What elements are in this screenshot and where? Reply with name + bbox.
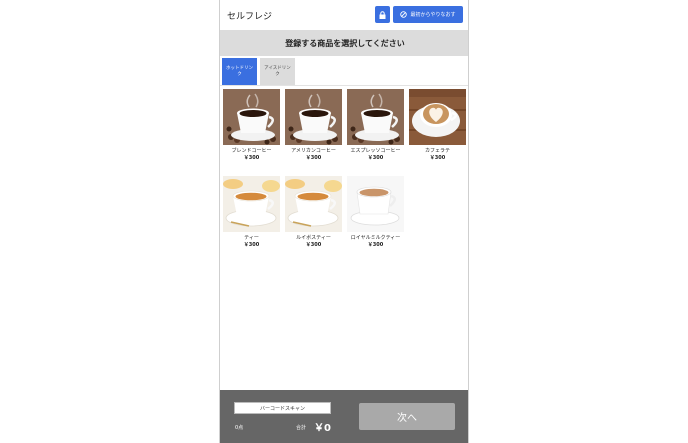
product-item-blend-coffee[interactable]: ブレンドコーヒー ￥300 — [223, 89, 280, 162]
product-name: ロイヤルミルクティー — [350, 235, 401, 241]
product-price: ￥300 — [367, 242, 384, 248]
product-image — [285, 89, 342, 145]
product-price: ￥300 — [243, 155, 260, 161]
product-item-royal-milk-tea[interactable]: ロイヤルミルクティー ￥300 — [347, 176, 404, 249]
tab-hot-drinks[interactable]: ホットドリンク — [222, 58, 257, 85]
checkout-footer: バーコードスキャン 0点 合計 ￥0 次へ — [220, 390, 468, 443]
item-count: 0点 — [235, 425, 244, 431]
product-image — [285, 176, 342, 232]
product-image — [223, 89, 280, 145]
product-item-tea[interactable]: ティー ￥300 — [223, 176, 280, 249]
total-label: 合計 — [296, 425, 307, 431]
screen: セルフレジ 最初からやりなおす 登録する商品を選択してください ホットドリンク … — [0, 0, 688, 443]
product-name: カフェラテ — [424, 148, 450, 154]
instruction-banner: 登録する商品を選択してください — [220, 30, 468, 56]
product-price: ￥300 — [367, 155, 384, 161]
product-item-rooibos-tea[interactable]: ルイボスティー ￥300 — [285, 176, 342, 249]
product-name: ルイボスティー — [296, 235, 331, 241]
product-item-espresso-coffee[interactable]: エスプレッソコーヒー ￥300 — [347, 89, 404, 162]
product-image — [223, 176, 280, 232]
product-price: ￥300 — [243, 242, 260, 248]
product-price: ￥300 — [429, 155, 446, 161]
lock-button[interactable] — [375, 6, 390, 23]
tab-divider — [220, 85, 468, 86]
cancel-circle-icon — [400, 11, 408, 18]
product-name: ブレンドコーヒー — [231, 148, 272, 154]
product-item-american-coffee[interactable]: アメリカンコーヒー ￥300 — [285, 89, 342, 162]
restart-button[interactable]: 最初からやりなおす — [393, 6, 463, 23]
product-image — [409, 89, 466, 145]
kiosk-panel: セルフレジ 最初からやりなおす 登録する商品を選択してください ホットドリンク … — [219, 0, 469, 443]
app-title: セルフレジ — [227, 12, 273, 22]
app-header: セルフレジ 最初からやりなおす — [220, 0, 468, 30]
product-price: ￥300 — [305, 155, 322, 161]
product-price: ￥300 — [305, 242, 322, 248]
product-image — [347, 176, 404, 232]
product-name: エスプレッソコーヒー — [350, 148, 401, 154]
restart-label: 最初からやりなおす — [410, 12, 456, 18]
product-item-cafe-latte[interactable]: カフェラテ ￥300 — [409, 89, 466, 162]
next-button[interactable]: 次へ — [359, 403, 455, 430]
lock-icon — [379, 10, 386, 19]
tab-ice-drinks[interactable]: アイスドリンク — [260, 58, 295, 85]
total-value: ￥0 — [314, 423, 331, 434]
product-name: アメリカンコーヒー — [291, 148, 336, 154]
product-image — [347, 89, 404, 145]
barcode-scan-button[interactable]: バーコードスキャン — [234, 402, 331, 414]
product-name: ティー — [244, 235, 259, 241]
